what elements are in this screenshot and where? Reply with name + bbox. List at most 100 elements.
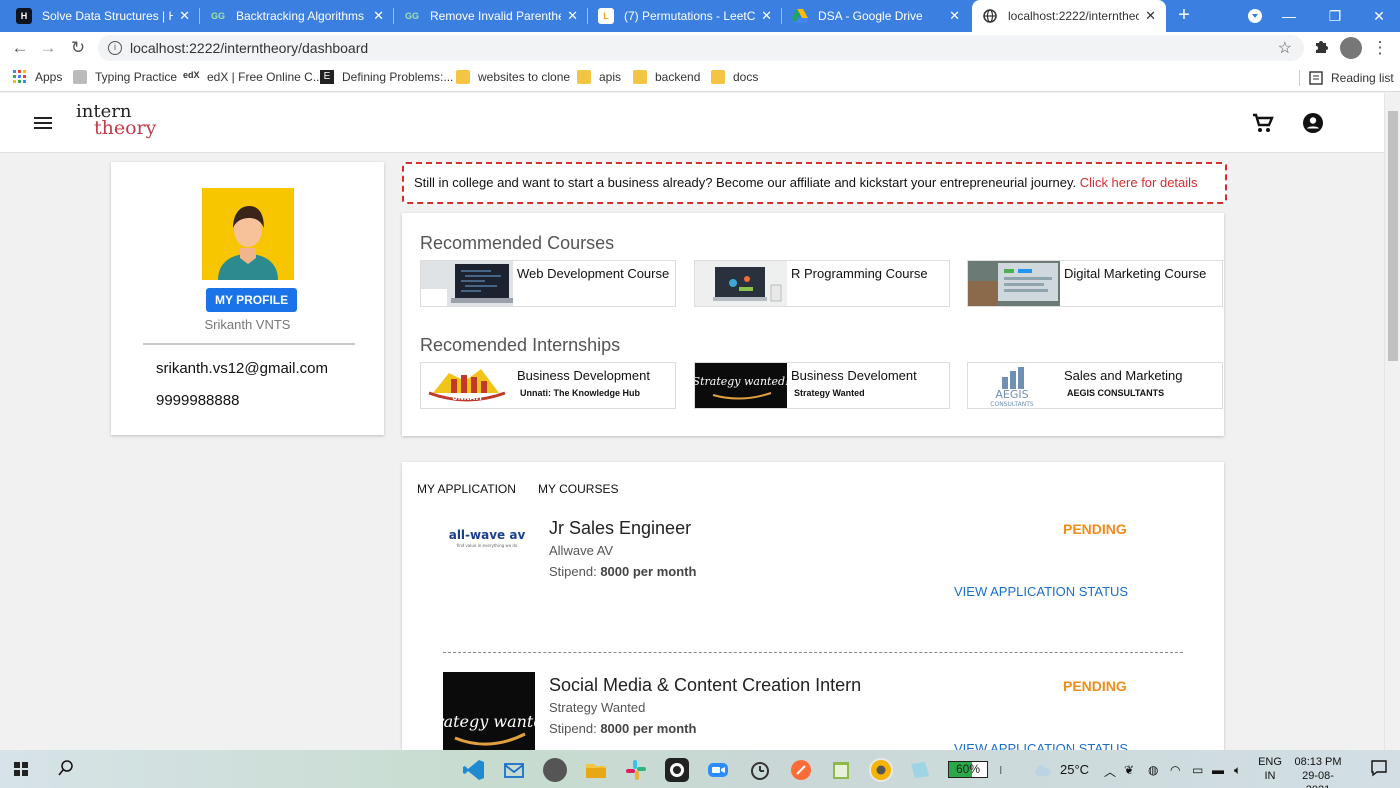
- url-text[interactable]: localhost:2222/interntheory/dashboard: [130, 40, 368, 56]
- close-icon[interactable]: ✕: [1145, 8, 1156, 24]
- bookmark-websites-to-clone[interactable]: websites to clone: [456, 70, 570, 84]
- tab-title: Remove Invalid Parenthese: [430, 9, 561, 23]
- bookmark-label: edX | Free Online C...: [207, 70, 323, 84]
- wifi-icon[interactable]: ◠: [1170, 763, 1180, 777]
- company-logo-strategy-wanted: Strategy wanted!: [419, 672, 559, 750]
- site-info-icon[interactable]: i: [108, 41, 122, 55]
- close-icon[interactable]: ✕: [373, 8, 384, 24]
- windows-taskbar: 60% ⏽ 25°C ︿ ❦ ◍ ◠ ▭ ▬ 🔈︎ ENG IN 08:13 P…: [0, 750, 1400, 788]
- job-title[interactable]: Social Media & Content Creation Intern: [549, 675, 861, 696]
- chrome-icon[interactable]: [869, 758, 893, 782]
- chevron-up-icon[interactable]: ︿: [1104, 763, 1116, 780]
- cart-icon[interactable]: [1252, 113, 1274, 133]
- mail-icon[interactable]: [502, 758, 526, 782]
- sticky-notes-icon[interactable]: [908, 758, 932, 782]
- bookmark-edx[interactable]: edX edX | Free Online C...: [183, 70, 323, 84]
- menu-icon[interactable]: [34, 117, 52, 129]
- notepad-icon[interactable]: [829, 758, 853, 782]
- affiliate-banner: Still in college and want to start a bus…: [402, 162, 1227, 204]
- new-tab-button[interactable]: +: [1172, 4, 1196, 28]
- internship-card-business-develoment[interactable]: Strategy wanted! Business Develoment Str…: [693, 362, 950, 409]
- postman-icon[interactable]: [789, 758, 813, 782]
- github-icon[interactable]: [665, 758, 689, 782]
- interntheory-logo[interactable]: intern theory: [74, 101, 157, 145]
- bookmark-apis[interactable]: apis: [577, 70, 621, 84]
- forward-arrow-icon[interactable]: →: [38, 38, 58, 58]
- scrollbar-thumb[interactable]: [1388, 111, 1398, 361]
- reload-icon[interactable]: ↻: [68, 38, 88, 58]
- zoom-icon[interactable]: [706, 758, 730, 782]
- course-card-digital-marketing[interactable]: Digital Marketing Course: [967, 260, 1223, 307]
- extensions-puzzle-icon[interactable]: [1311, 38, 1331, 58]
- back-arrow-icon[interactable]: ←: [10, 38, 30, 58]
- logo-line-2: theory: [94, 117, 157, 139]
- address-bar[interactable]: i localhost:2222/interntheory/dashboard …: [98, 35, 1304, 61]
- clock[interactable]: 08:13 PM 29-08-2021: [1290, 755, 1346, 788]
- screen-icon[interactable]: ▭: [1192, 763, 1203, 777]
- search-icon[interactable]: [58, 760, 74, 776]
- banner-details-link[interactable]: Click here for details: [1080, 175, 1198, 190]
- close-icon[interactable]: ✕: [949, 8, 960, 24]
- company-logo-unnati: UNNATI: [421, 363, 513, 408]
- minimize-icon[interactable]: —: [1266, 0, 1312, 32]
- volume-icon[interactable]: 🔈︎: [1234, 763, 1241, 778]
- weather-temperature[interactable]: 25°C: [1060, 762, 1089, 777]
- butterfly-icon[interactable]: ❦: [1124, 763, 1134, 777]
- course-card-web-development[interactable]: Web Development Course: [420, 260, 676, 307]
- edx-icon: edX: [183, 70, 200, 80]
- google-drive-icon: [792, 8, 808, 24]
- allwave-logo-text: all-wave av: [449, 528, 526, 542]
- job-title[interactable]: Jr Sales Engineer: [549, 518, 691, 539]
- stipend-value: 8000 per month: [600, 721, 697, 736]
- battery-indicator[interactable]: 60%: [948, 761, 988, 778]
- windows-start-icon[interactable]: [14, 762, 28, 776]
- my-profile-button[interactable]: MY PROFILE: [206, 288, 298, 312]
- tab-backtracking[interactable]: GG Backtracking Algorithms - G ✕: [200, 0, 394, 32]
- battery-tray-icon[interactable]: ▬: [1212, 763, 1224, 777]
- close-icon[interactable]: ✕: [179, 8, 190, 24]
- close-icon[interactable]: ✕: [761, 8, 772, 24]
- tab-my-application[interactable]: MY APPLICATION: [417, 482, 516, 496]
- bookmark-star-icon[interactable]: ☆: [1278, 38, 1292, 58]
- bookmark-docs[interactable]: docs: [711, 70, 758, 84]
- bookmark-apps[interactable]: Apps: [13, 70, 62, 84]
- alarm-clock-icon[interactable]: [748, 758, 772, 782]
- file-explorer-icon[interactable]: [584, 758, 608, 782]
- vscode-icon[interactable]: [462, 758, 486, 782]
- tab-interntheory[interactable]: localhost:2222/interntheory ✕: [972, 0, 1166, 32]
- tab-my-courses[interactable]: MY COURSES: [538, 482, 618, 496]
- close-window-icon[interactable]: ✕: [1356, 0, 1400, 32]
- bookmark-typing-practice[interactable]: Typing Practice: [73, 70, 177, 84]
- weather-cloud-icon[interactable]: [1034, 763, 1052, 780]
- close-icon[interactable]: ✕: [567, 8, 578, 24]
- tab-google-drive[interactable]: DSA - Google Drive ✕: [782, 0, 970, 32]
- view-application-status-link[interactable]: VIEW APPLICATION STATUS: [954, 584, 1128, 599]
- leetcode-icon: L: [598, 8, 614, 24]
- bookmark-backend[interactable]: backend: [633, 70, 700, 84]
- user-avatar-icon[interactable]: [1340, 37, 1362, 59]
- tab-remove-invalid-parentheses[interactable]: GG Remove Invalid Parenthese ✕: [394, 0, 588, 32]
- slack-icon[interactable]: [624, 758, 648, 782]
- restore-icon[interactable]: ❐: [1312, 0, 1358, 32]
- company-logo-strategy-wanted: Strategy wanted!: [693, 363, 789, 408]
- mic-icon[interactable]: ⏽: [996, 763, 1006, 778]
- tab-permutations[interactable]: L (7) Permutations - LeetCode ✕: [588, 0, 782, 32]
- course-title: R Programming Course: [791, 266, 928, 281]
- job-company: Strategy Wanted: [549, 700, 646, 715]
- tab-hackerrank[interactable]: H Solve Data Structures | Hack ✕: [6, 0, 200, 32]
- internship-card-business-development[interactable]: UNNATI Business Development Unnati: The …: [420, 362, 676, 409]
- page-scrollbar[interactable]: [1384, 93, 1400, 750]
- notifications-icon[interactable]: [1370, 759, 1388, 780]
- course-card-r-programming[interactable]: R Programming Course: [694, 260, 950, 307]
- input-language[interactable]: ENG IN: [1258, 755, 1282, 783]
- view-application-status-link[interactable]: VIEW APPLICATION STATUS: [954, 741, 1128, 750]
- more-vert-icon[interactable]: ⋮: [1370, 38, 1390, 58]
- tray-app-icon[interactable]: ◍: [1148, 763, 1158, 777]
- bookmark-defining-problems[interactable]: E Defining Problems:...: [320, 70, 453, 84]
- reading-list-button[interactable]: Reading list: [1299, 70, 1394, 86]
- account-circle-icon[interactable]: [1303, 113, 1323, 133]
- internship-card-sales-and-marketing[interactable]: AEGIS CONSULTANTS Sales and Marketing AEG…: [967, 362, 1223, 409]
- clock-date: 29-08-2021: [1302, 770, 1334, 788]
- strategy-wanted-logo-text: Strategy wanted!: [695, 375, 787, 388]
- profile-app-icon[interactable]: [543, 758, 567, 782]
